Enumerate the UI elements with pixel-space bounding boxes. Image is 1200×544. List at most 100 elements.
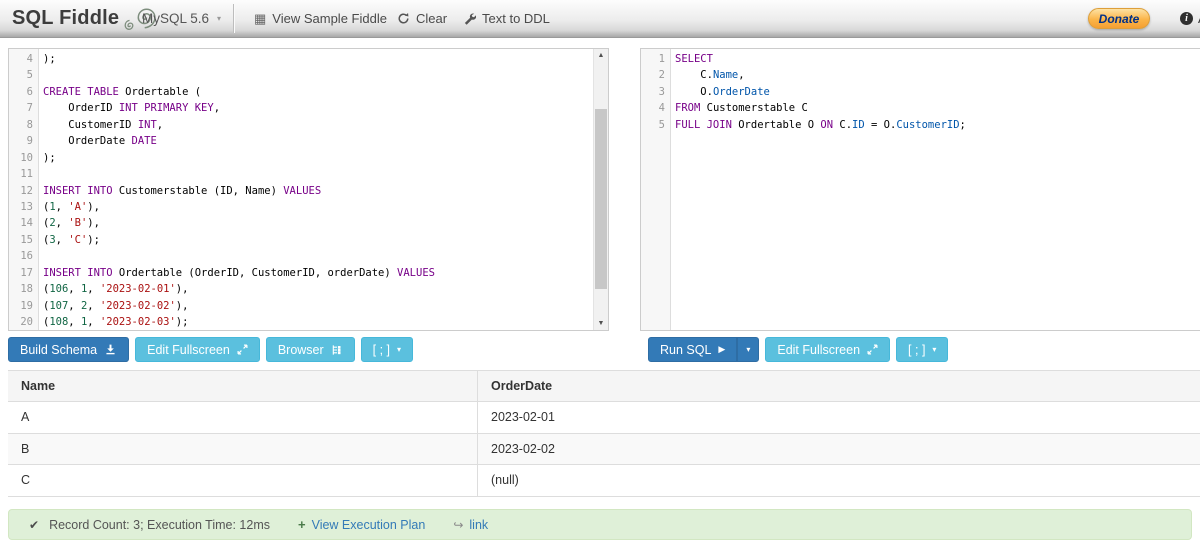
database-selector-label: MySQL 5.6	[142, 11, 210, 26]
line-number: 17	[20, 266, 33, 279]
wrench-icon	[464, 13, 476, 25]
edit-fullscreen-label: Edit Fullscreen	[147, 342, 230, 357]
app-logo[interactable]: SQL Fiddle	[12, 0, 157, 37]
line-number: 3	[658, 85, 665, 98]
code-line[interactable]: 13 (1, 'A'),	[9, 199, 593, 215]
table-cell: (null)	[477, 465, 1200, 496]
download-icon	[106, 344, 115, 355]
line-number: 16	[20, 250, 33, 263]
code-line[interactable]: 9 OrderDate DATE	[9, 133, 593, 149]
line-number: 4	[658, 102, 665, 115]
code-text: (107, 2, '2023-02-02'),	[43, 299, 189, 312]
line-number: 14	[20, 217, 33, 230]
line-number: 7	[26, 102, 33, 115]
code-line[interactable]: 5	[9, 67, 593, 83]
view-sample-fiddle-button[interactable]: ▦ View Sample Fiddle	[254, 0, 387, 37]
browser-button[interactable]: Browser	[265, 337, 355, 362]
code-text: SELECT	[675, 53, 713, 65]
line-number: 13	[20, 200, 33, 213]
code-line[interactable]: 20 (108, 1, '2023-02-03');	[9, 314, 593, 330]
code-text: );	[43, 53, 56, 65]
schema-semicolon-dropdown[interactable]: [ ; ] ▾	[360, 337, 414, 362]
table-header-row: Name OrderDate	[8, 371, 1200, 402]
scroll-down-button[interactable]: ▼	[594, 317, 608, 330]
donate-button[interactable]: Donate	[1088, 8, 1150, 29]
semicolon-label: [ ; ]	[908, 342, 926, 357]
results-table: Name OrderDate A 2023-02-01 B 2023-02-02 C (n…	[8, 370, 1200, 497]
scroll-up-button[interactable]: ▲	[594, 49, 608, 62]
query-edit-fullscreen-button[interactable]: Edit Fullscreen	[765, 337, 891, 362]
code-text: FULL JOIN Ordertable O ON C.ID = O.Custo…	[675, 118, 966, 131]
table-row: C (null)	[8, 465, 1200, 497]
query-editor[interactable]: 1 SELECT 2 C.Name, 3 O.OrderDate 4 FROM Custo…	[640, 48, 1200, 331]
tree-browser-icon	[332, 344, 341, 355]
chevron-down-icon: ▾	[217, 14, 222, 23]
line-number: 4	[26, 53, 33, 65]
code-text: );	[43, 151, 56, 164]
line-number: 8	[26, 118, 33, 131]
code-text: CREATE TABLE Ordertable (	[43, 85, 202, 98]
run-sql-dropdown[interactable]: ▾	[737, 337, 760, 362]
build-schema-button[interactable]: Build Schema	[8, 337, 130, 362]
code-line[interactable]: 4);	[9, 51, 593, 67]
code-line[interactable]: 8 CustomerID INT,	[9, 117, 593, 133]
code-line[interactable]: 19 (107, 2, '2023-02-02'),	[9, 298, 593, 314]
text-to-ddl-button[interactable]: Text to DDL	[463, 0, 550, 37]
code-line[interactable]: 17 INSERT INTO Ordertable (OrderID, Custo…	[9, 265, 593, 281]
clear-button[interactable]: Clear	[397, 0, 447, 37]
refresh-icon	[398, 13, 409, 24]
code-line[interactable]: 12 INSERT INTO Customerstable (ID, Name) …	[9, 183, 593, 199]
permalink-label: link	[469, 517, 489, 532]
code-text: FROM Customerstable C	[675, 102, 808, 115]
about-link[interactable]: i A	[1180, 0, 1200, 37]
schema-editor[interactable]: 4); 5 6 CREATE TABLE Ordertable (7 OrderID …	[8, 48, 609, 331]
code-line[interactable]: 2 C.Name,	[641, 67, 1200, 83]
table-cell: A	[21, 410, 30, 425]
code-line[interactable]: 5 FULL JOIN Ordertable O ON C.ID = O.Cust…	[641, 117, 1200, 133]
code-line[interactable]: 4 FROM Customerstable C	[641, 100, 1200, 116]
run-sql-button[interactable]: Run SQL ▶	[648, 337, 738, 362]
browser-label: Browser	[277, 342, 324, 357]
scrollbar-thumb[interactable]	[595, 109, 607, 289]
view-execution-plan-link[interactable]: + View Execution Plan	[298, 517, 425, 532]
code-text: (3, 'C');	[43, 233, 100, 246]
code-line[interactable]: 7 OrderID INT PRIMARY KEY,	[9, 100, 593, 116]
code-line[interactable]: 1 SELECT	[641, 51, 1200, 67]
top-toolbar: SQL Fiddle MySQL 5.6 ▾ ▦ View Sample Fid…	[0, 0, 1200, 38]
build-schema-label: Build Schema	[20, 342, 98, 357]
fullscreen-icon	[237, 344, 248, 355]
code-text: (2, 'B'),	[43, 217, 100, 230]
code-text: C.Name,	[675, 69, 745, 82]
code-line[interactable]: 15 (3, 'C');	[9, 232, 593, 248]
query-semicolon-dropdown[interactable]: [ ; ] ▾	[896, 337, 949, 362]
code-text: (108, 1, '2023-02-03');	[43, 316, 189, 328]
text-to-ddl-label: Text to DDL	[482, 11, 550, 26]
fullscreen-icon	[867, 344, 878, 355]
code-line[interactable]: 18 (106, 1, '2023-02-01'),	[9, 281, 593, 297]
line-number: 12	[20, 184, 33, 197]
view-execution-plan-label: View Execution Plan	[311, 517, 426, 532]
database-selector[interactable]: MySQL 5.6 ▾	[142, 0, 221, 37]
code-line[interactable]: 16	[9, 248, 593, 264]
table-row: B 2023-02-02	[8, 433, 1200, 465]
code-line[interactable]: 10);	[9, 150, 593, 166]
play-icon: ▶	[718, 344, 726, 354]
code-line[interactable]: 6 CREATE TABLE Ordertable (	[9, 84, 593, 100]
line-number: 19	[20, 299, 33, 312]
line-number: 20	[20, 316, 33, 328]
table-row: A 2023-02-01	[8, 402, 1200, 434]
code-line[interactable]: 3 O.OrderDate	[641, 84, 1200, 100]
line-number: 11	[20, 168, 33, 181]
code-line[interactable]: 11	[9, 166, 593, 182]
schema-edit-fullscreen-button[interactable]: Edit Fullscreen	[135, 337, 260, 362]
app-title: SQL Fiddle	[12, 7, 120, 29]
check-icon: ✔	[29, 517, 40, 532]
schema-editor-scrollbar[interactable]: ▲ ▼	[593, 49, 608, 330]
table-cell: B	[21, 441, 30, 456]
code-line[interactable]: 14 (2, 'B'),	[9, 215, 593, 231]
permalink-link[interactable]: ↪ link	[453, 518, 488, 532]
column-header-name: Name	[21, 379, 56, 393]
